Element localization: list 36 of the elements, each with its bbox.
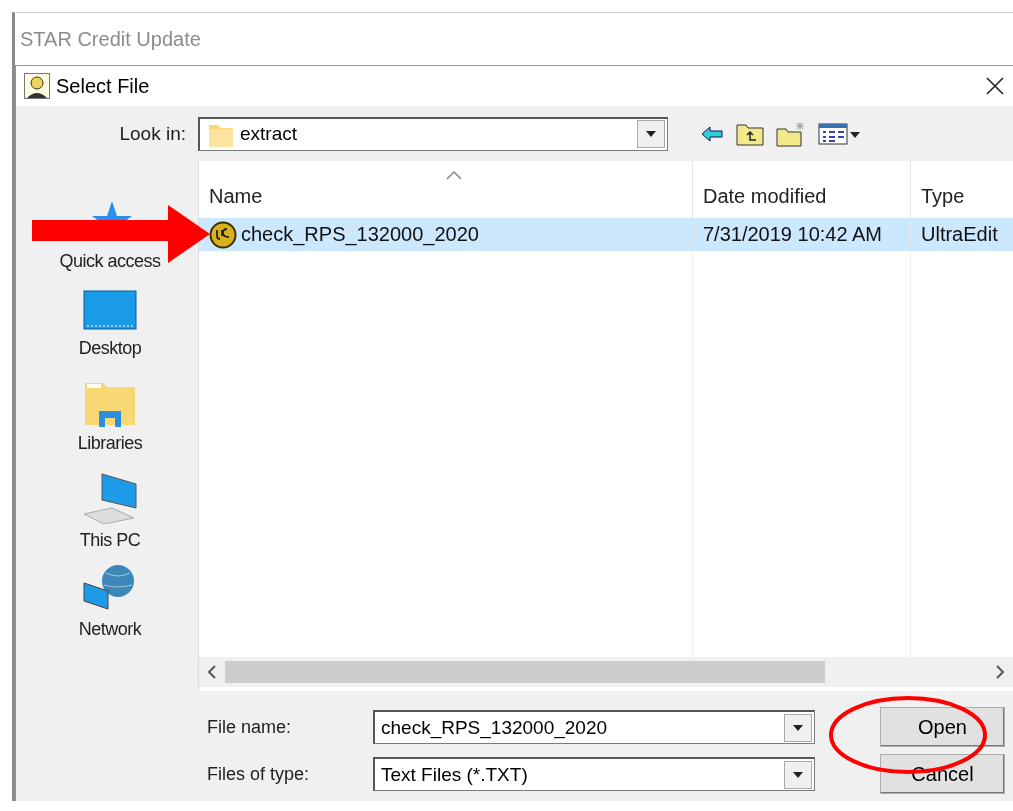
sidebar-item[interactable]: Libraries bbox=[22, 381, 198, 472]
window-title: STAR Credit Update bbox=[19, 26, 202, 52]
scroll-thumb[interactable] bbox=[225, 661, 825, 683]
dropdown-button[interactable] bbox=[637, 120, 665, 148]
horizontal-scrollbar[interactable] bbox=[199, 657, 1013, 687]
table-cell: check_RPS_132000_2020 bbox=[241, 223, 479, 246]
sidebar-item[interactable]: Desktop bbox=[22, 290, 198, 381]
sidebar-item[interactable]: Network bbox=[22, 563, 198, 654]
chevron-right-icon[interactable] bbox=[993, 664, 1007, 680]
field-label: File name: bbox=[206, 716, 293, 738]
file-type-dropdown[interactable]: Text Files (*.TXT) bbox=[373, 757, 815, 791]
column-header[interactable]: Name bbox=[199, 161, 692, 218]
new-folder-icon[interactable] bbox=[776, 120, 806, 147]
monitor-icon bbox=[83, 290, 137, 332]
close-icon[interactable] bbox=[985, 76, 1005, 96]
library-folder-icon bbox=[83, 381, 137, 427]
file-row[interactable]: check_RPS_132000_2020 7/31/2019 10:42 AM UltraEdit bbox=[199, 218, 1013, 251]
table-cell: UltraEdit bbox=[921, 223, 998, 246]
dropdown-button[interactable] bbox=[784, 713, 812, 742]
person-avatar-icon bbox=[24, 73, 50, 99]
view-menu-icon[interactable] bbox=[818, 122, 862, 145]
up-folder-icon[interactable] bbox=[736, 121, 764, 146]
file-name-field[interactable]: check_RPS_132000_2020 bbox=[373, 710, 815, 744]
dropdown-button[interactable] bbox=[784, 760, 812, 789]
sidebar-item[interactable]: This PC bbox=[22, 472, 198, 563]
chevron-left-icon[interactable] bbox=[205, 664, 219, 680]
dialog-button[interactable]: Open bbox=[880, 707, 1005, 747]
table-cell: 7/31/2019 10:42 AM bbox=[703, 223, 883, 246]
dialog-title: Select File bbox=[56, 74, 151, 98]
sort-caret-icon bbox=[445, 171, 462, 180]
field-label: Look in: bbox=[118, 122, 187, 145]
computer-icon bbox=[82, 472, 138, 524]
file-icon bbox=[209, 220, 237, 249]
field-label: Files of type: bbox=[206, 763, 311, 785]
folder-dropdown[interactable]: extract bbox=[198, 116, 668, 151]
back-arrow-icon[interactable] bbox=[700, 124, 724, 143]
